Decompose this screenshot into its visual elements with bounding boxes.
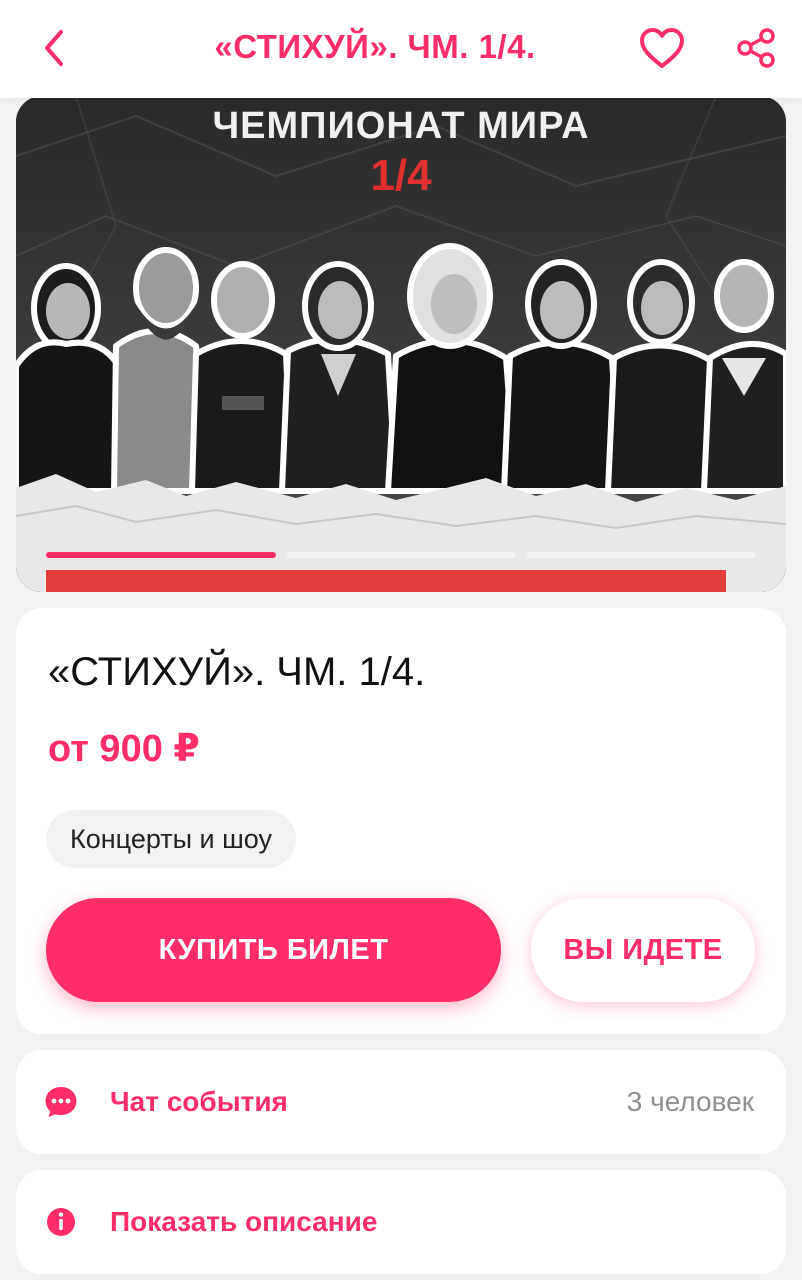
description-label: Показать описание: [110, 1206, 378, 1237]
chat-bubble-icon: [45, 1087, 77, 1117]
chat-label: Чат события: [110, 1086, 288, 1117]
top-app-bar: «СТИХУЙ». ЧМ. 1/4.: [0, 0, 802, 98]
show-description-row[interactable]: Показать описание: [16, 1170, 786, 1274]
carousel-progress-segment: [46, 552, 276, 558]
header-title: «СТИХУЙ». ЧМ. 1/4.: [214, 28, 536, 65]
info-icon: [47, 1208, 75, 1236]
going-button[interactable]: ВЫ ИДЕТЕ: [531, 898, 755, 1002]
share-icon: [737, 28, 775, 68]
favorite-button[interactable]: [634, 20, 690, 76]
event-price: от 900 ₽: [48, 728, 200, 770]
chevron-left-icon: [45, 30, 63, 66]
event-title: «СТИХУЙ». ЧМ. 1/4.: [48, 650, 426, 694]
carousel-progress-segment: [286, 552, 516, 558]
event-poster-carousel[interactable]: ЧЕМПИОНАТ МИРА 1/4: [16, 96, 786, 592]
buy-ticket-button[interactable]: КУПИТЬ БИЛЕТ: [46, 898, 501, 1002]
poster-round: 1/4: [370, 151, 432, 200]
carousel-progress-segment: [526, 552, 756, 558]
heart-icon: [640, 28, 684, 68]
category-tag[interactable]: Концерты и шоу: [46, 810, 296, 868]
poster-image: ЧЕМПИОНАТ МИРА 1/4: [16, 96, 786, 592]
chat-member-count: 3 человек: [626, 1086, 754, 1117]
poster-headline: ЧЕМПИОНАТ МИРА: [212, 105, 589, 147]
event-info-card: «СТИХУЙ». ЧМ. 1/4. от 900 ₽ Концерты и ш…: [16, 608, 786, 1034]
carousel-progress: [46, 552, 756, 558]
event-chat-row[interactable]: Чат события 3 человек: [16, 1050, 786, 1154]
share-button[interactable]: [728, 20, 784, 76]
back-button[interactable]: [26, 20, 82, 76]
